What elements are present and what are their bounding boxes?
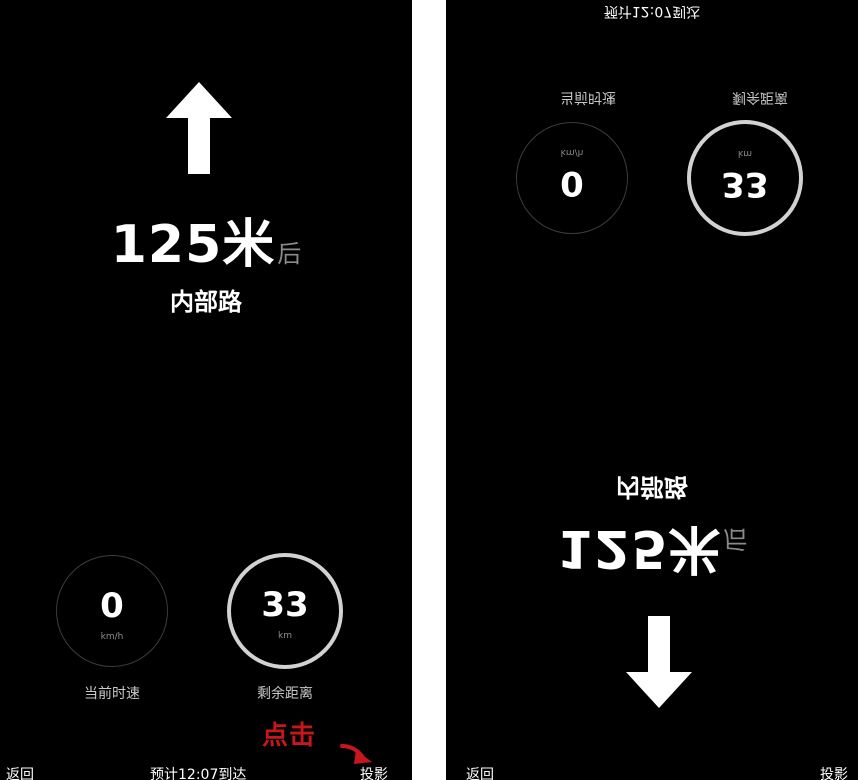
remaining-distance-label: 剩余距离 bbox=[257, 686, 313, 702]
back-button-mirrored[interactable]: 返回 bbox=[466, 764, 494, 780]
speed-unit: km/h bbox=[100, 632, 124, 642]
remaining-distance-gauge: 33 km bbox=[227, 553, 343, 669]
distance-value-mirrored: 125米 bbox=[556, 518, 722, 578]
road-name-mirrored: 内部路 bbox=[616, 473, 688, 501]
eta-text: 预计12:07到达 bbox=[150, 767, 247, 780]
speed-value-mirrored: 0 bbox=[560, 163, 584, 203]
projection-button[interactable]: 投影 bbox=[360, 764, 388, 780]
remaining-distance-unit: km bbox=[278, 631, 292, 641]
speed-gauge: 0 km/h bbox=[56, 555, 168, 667]
distance-suffix: 后 bbox=[277, 240, 302, 268]
speed-unit-mirrored: km/h bbox=[560, 147, 584, 157]
remaining-distance-value-mirrored: 33 bbox=[721, 164, 769, 204]
distance-value: 125米 bbox=[110, 215, 276, 275]
bottom-bar-mirrored: 返回 投影 bbox=[446, 764, 858, 780]
speed-label-mirrored: 当前时速 bbox=[560, 89, 616, 105]
eta-text-mirrored: 预计12:07到达 bbox=[603, 3, 701, 19]
remaining-distance-unit-mirrored: km bbox=[738, 148, 752, 158]
nav-screen-normal: 125米后 内部路 0 km/h 33 km 当前时速 剩余距离 点击 返回 预… bbox=[0, 0, 412, 780]
maneuver-distance-mirrored: 125米后 bbox=[446, 516, 858, 591]
bottom-bar: 返回 预计12:07到达 投影 bbox=[0, 764, 412, 780]
speed-label: 当前时速 bbox=[84, 686, 140, 702]
projection-button-mirrored[interactable]: 投影 bbox=[820, 764, 848, 780]
distance-suffix-mirrored: 后 bbox=[723, 525, 748, 553]
remaining-distance-label-mirrored: 剩余距离 bbox=[732, 89, 788, 105]
nav-screen-hud-mirrored: 预计12:07到达 当前时速 剩余距离 0 km/h 33 km 内部路 125… bbox=[446, 0, 858, 780]
speed-gauge-mirrored: 0 km/h bbox=[516, 122, 628, 234]
road-name: 内部路 bbox=[170, 288, 242, 316]
remaining-distance-value: 33 bbox=[261, 585, 309, 625]
arrow-straight-icon-mirrored bbox=[626, 616, 692, 708]
hint-arrow-icon bbox=[340, 744, 372, 764]
arrow-straight-icon bbox=[166, 82, 232, 174]
click-hint-annotation: 点击 bbox=[262, 721, 317, 751]
speed-value: 0 bbox=[100, 586, 124, 626]
maneuver-distance: 125米后 bbox=[0, 202, 412, 277]
remaining-distance-gauge-mirrored: 33 km bbox=[687, 120, 803, 236]
back-button[interactable]: 返回 bbox=[6, 764, 34, 780]
